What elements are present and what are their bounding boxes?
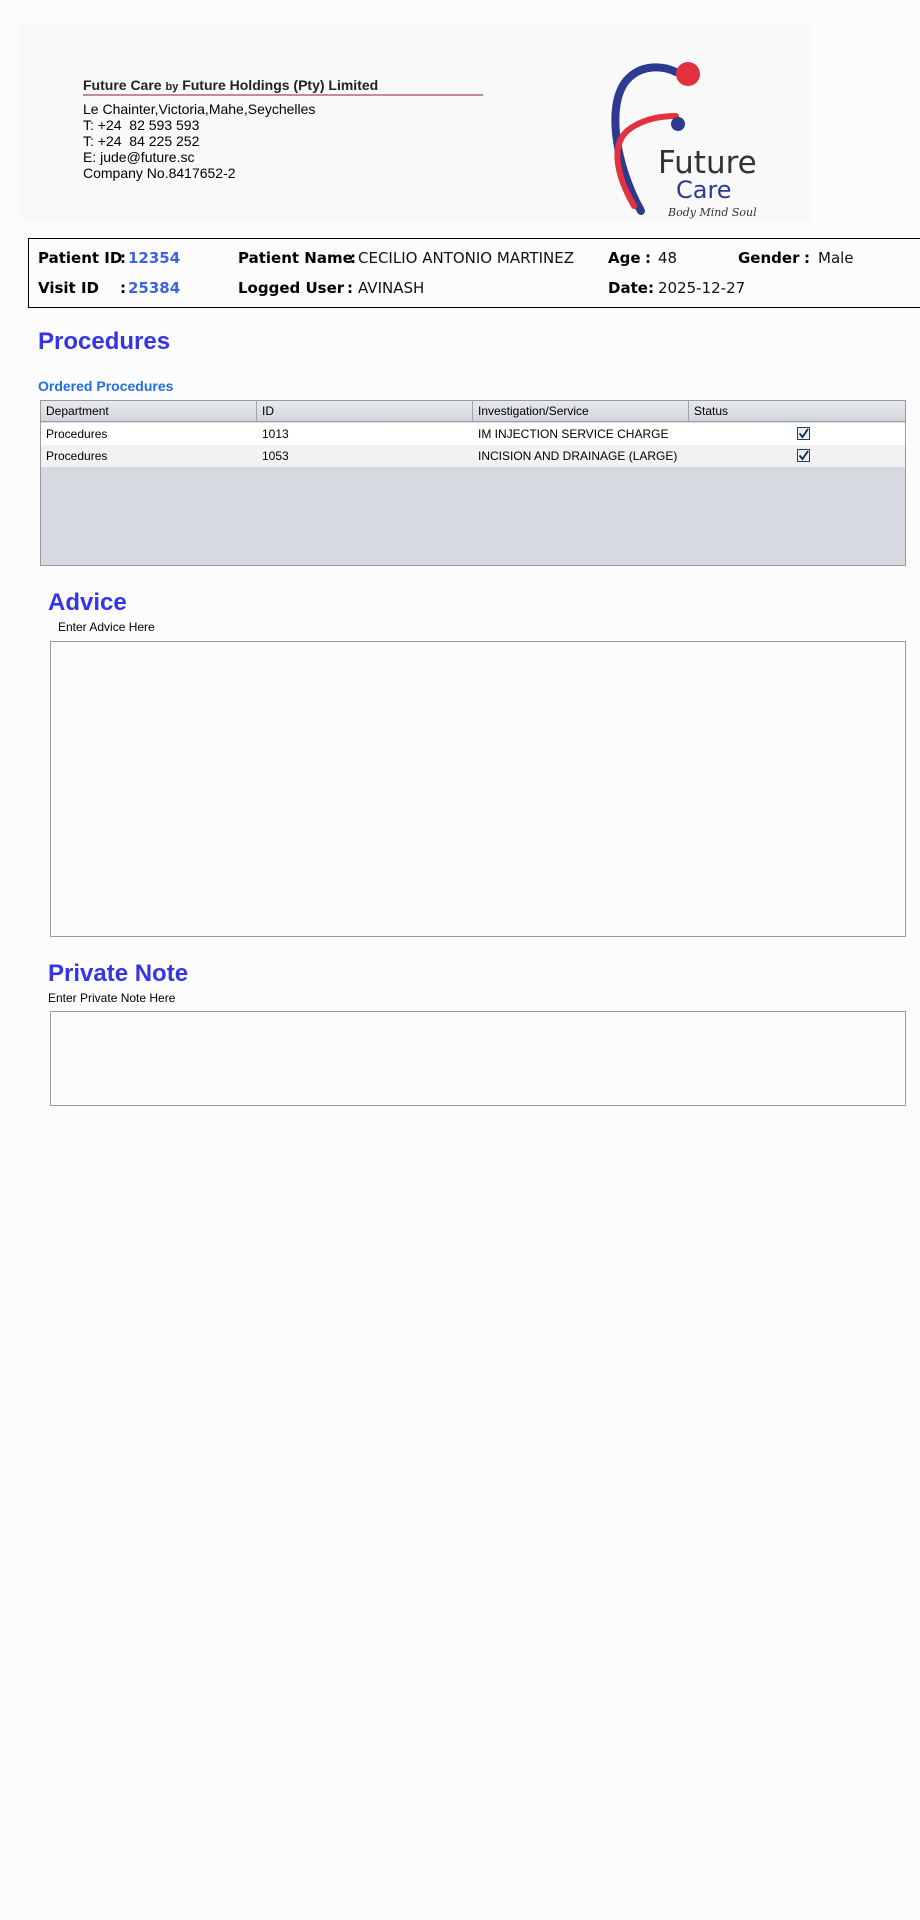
logo-word-care: Care xyxy=(676,176,732,204)
table-row[interactable]: Procedures 1053 INCISION AND DRAINAGE (L… xyxy=(41,445,905,467)
column-header-department[interactable]: Department xyxy=(41,401,257,421)
table-header: Department ID Investigation/Service Stat… xyxy=(41,401,905,422)
cell-investigation-service: IM INJECTION SERVICE CHARGE xyxy=(478,427,669,441)
cell-id: 1053 xyxy=(262,449,289,463)
company-phone-1: T: +24 82 593 593 xyxy=(83,117,200,133)
age-label: Age xyxy=(608,249,641,267)
column-header-id[interactable]: ID xyxy=(257,401,473,421)
patient-name-separator: : xyxy=(350,249,356,267)
age-separator: : xyxy=(645,249,651,267)
column-header-investigation-service[interactable]: Investigation/Service xyxy=(473,401,689,421)
company-email: E: jude@future.sc xyxy=(83,149,195,165)
patient-name-value: CECILIO ANTONIO MARTINEZ xyxy=(358,249,574,267)
company-number: Company No.8417652-2 xyxy=(83,165,236,181)
patient-info-bar: Patient ID : 12354 Visit ID : 25384 Pati… xyxy=(28,238,920,308)
cell-department: Procedures xyxy=(46,427,108,441)
cell-investigation-service: INCISION AND DRAINAGE (LARGE) xyxy=(478,449,678,463)
gender-separator: : xyxy=(804,249,810,267)
procedures-table[interactable]: Department ID Investigation/Service Stat… xyxy=(40,400,906,566)
column-header-status[interactable]: Status xyxy=(689,401,905,421)
date-value: 2025-12-27 xyxy=(658,279,746,297)
gender-label: Gender xyxy=(738,249,800,267)
private-note-heading: Private Note xyxy=(48,960,189,987)
company-address: Le Chainter,Victoria,Mahe,Seychelles xyxy=(83,101,316,117)
company-name: Future Care by Future Holdings (Pty) Lim… xyxy=(83,77,379,93)
age-value: 48 xyxy=(658,249,678,267)
checkmark-icon xyxy=(798,428,809,439)
visit-id-label: Visit ID xyxy=(38,279,99,297)
letterhead: Future Care by Future Holdings (Pty) Lim… xyxy=(18,24,812,222)
logged-user-value: AVINASH xyxy=(358,279,425,297)
patient-id-separator: : xyxy=(120,249,126,267)
ordered-procedures-heading: Ordered Procedures xyxy=(38,378,174,394)
advice-hint: Enter Advice Here xyxy=(58,620,155,634)
logged-user-separator: : xyxy=(347,279,353,297)
procedures-heading: Procedures xyxy=(38,328,171,355)
private-note-textarea[interactable] xyxy=(50,1011,906,1106)
date-label: Date xyxy=(608,279,648,297)
visit-id-value: 25384 xyxy=(128,279,181,297)
private-note-hint: Enter Private Note Here xyxy=(48,991,176,1005)
company-phone-2: T: +24 84 225 252 xyxy=(83,133,200,149)
patient-name-label: Patient Name xyxy=(238,249,353,267)
table-row[interactable]: Procedures 1013 IM INJECTION SERVICE CHA… xyxy=(41,423,905,445)
letterhead-divider xyxy=(83,94,483,96)
logo-tagline: Body Mind Soul xyxy=(667,206,757,219)
checkmark-icon xyxy=(798,450,809,461)
cell-id: 1013 xyxy=(262,427,289,441)
date-separator: : xyxy=(648,279,654,297)
status-checkbox[interactable] xyxy=(797,427,810,440)
advice-textarea[interactable] xyxy=(50,641,906,937)
logged-user-label: Logged User xyxy=(238,279,345,297)
advice-heading: Advice xyxy=(48,589,127,616)
visit-id-separator: : xyxy=(120,279,126,297)
cell-department: Procedures xyxy=(46,449,108,463)
patient-id-value: 12354 xyxy=(128,249,181,267)
future-care-logo: Future Care Body Mind Soul xyxy=(611,62,757,219)
patient-id-label: Patient ID xyxy=(38,249,123,267)
status-checkbox[interactable] xyxy=(797,449,810,462)
gender-value: Male xyxy=(818,249,854,267)
